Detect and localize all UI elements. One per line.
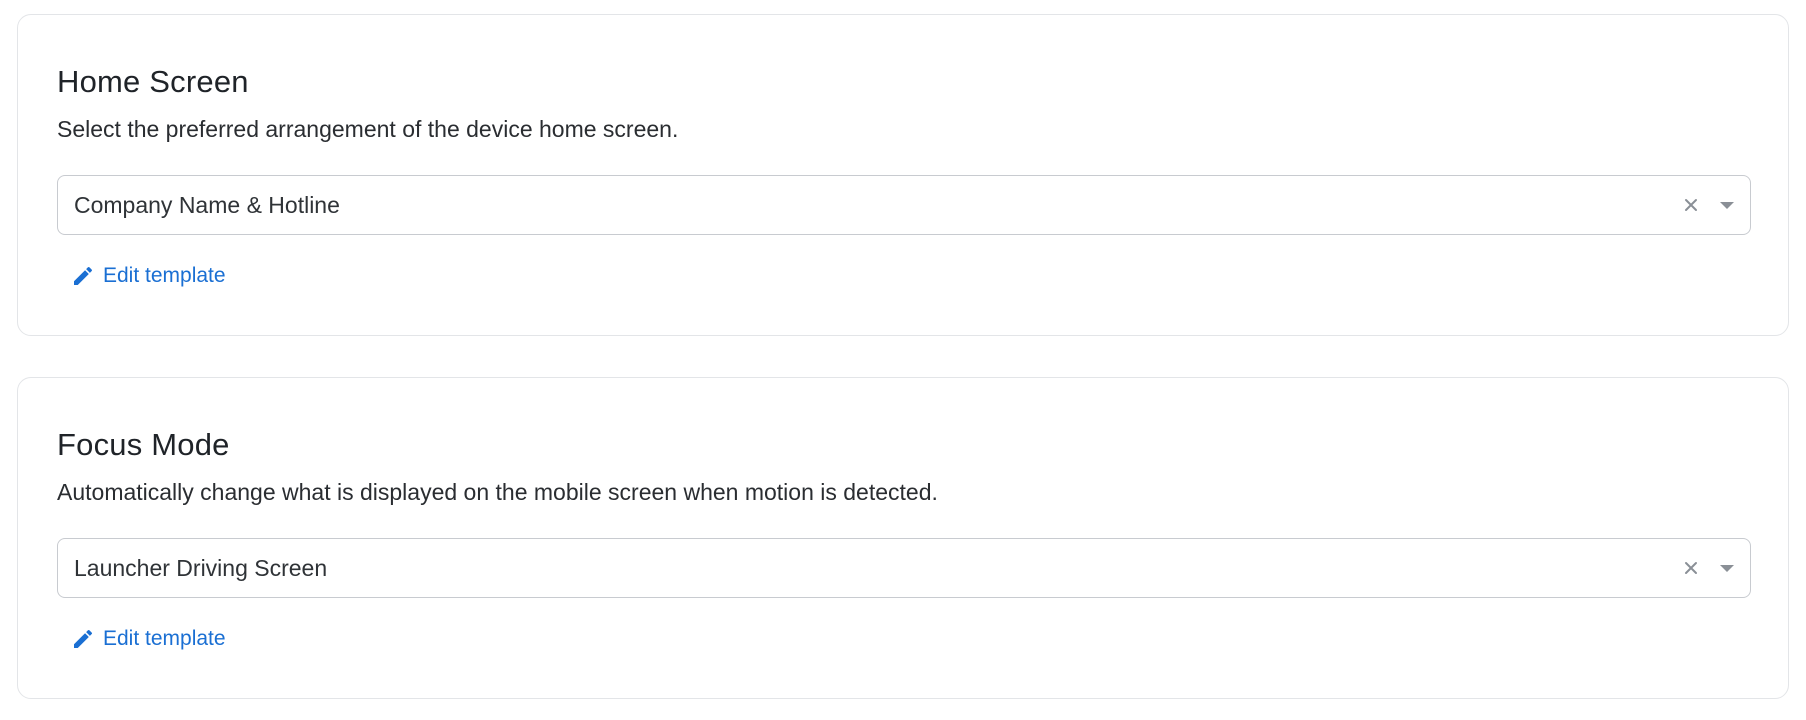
home-screen-title: Home Screen [57, 64, 249, 99]
close-icon[interactable] [1680, 557, 1702, 579]
close-icon[interactable] [1680, 194, 1702, 216]
focus-mode-select[interactable]: Launcher Driving Screen [57, 538, 1751, 598]
pencil-icon [71, 627, 95, 651]
pencil-icon [71, 264, 95, 288]
edit-template-label: Edit template [103, 264, 226, 287]
focus-mode-edit-template-link[interactable]: Edit template [71, 622, 226, 656]
home-screen-select[interactable]: Company Name & Hotline [57, 175, 1751, 235]
focus-mode-card: Focus Mode Automatically change what is … [17, 377, 1789, 699]
focus-mode-title: Focus Mode [57, 427, 230, 462]
chevron-down-icon[interactable] [1716, 194, 1738, 216]
chevron-down-icon[interactable] [1716, 557, 1738, 579]
settings-page: Home Screen Select the preferred arrange… [0, 0, 1806, 720]
home-screen-description: Select the preferred arrangement of the … [57, 116, 679, 142]
focus-mode-description: Automatically change what is displayed o… [57, 479, 938, 505]
home-screen-card: Home Screen Select the preferred arrange… [17, 14, 1789, 336]
focus-mode-select-value: Launcher Driving Screen [74, 555, 328, 581]
edit-template-label: Edit template [103, 627, 226, 650]
home-screen-edit-template-link[interactable]: Edit template [71, 259, 226, 293]
home-screen-select-value: Company Name & Hotline [74, 192, 340, 218]
